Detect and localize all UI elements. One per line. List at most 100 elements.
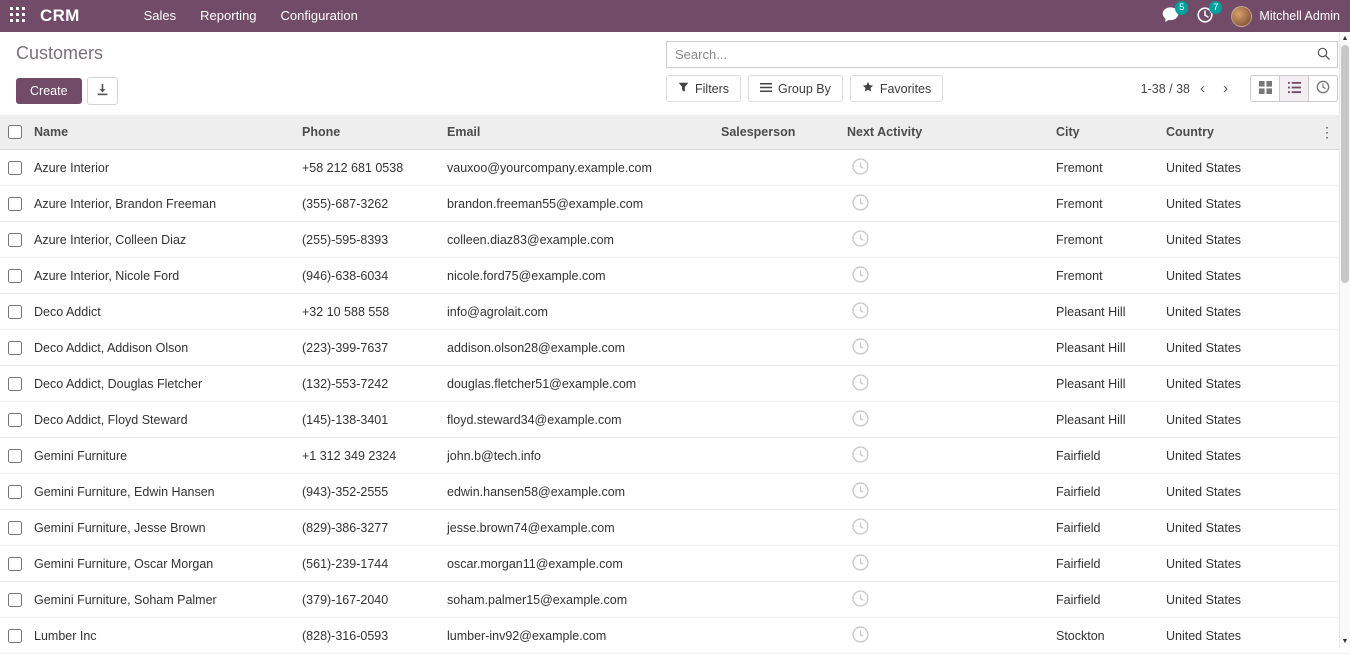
search-button[interactable] — [1317, 47, 1331, 64]
column-header-phone[interactable]: Phone — [298, 125, 443, 139]
row-checkbox[interactable] — [8, 485, 22, 499]
cell-next-activity[interactable] — [843, 482, 1052, 502]
menu-configuration[interactable]: Configuration — [269, 0, 370, 32]
optional-columns-toggle[interactable]: ⋮ — [1322, 125, 1334, 139]
table-row[interactable]: Gemini Furniture, Edwin Hansen (943)-352… — [0, 474, 1350, 510]
table-row[interactable]: Deco Addict, Addison Olson (223)-399-763… — [0, 330, 1350, 366]
activity-view-button[interactable] — [1308, 75, 1338, 102]
scroll-up-arrow[interactable]: ▲ — [1340, 32, 1350, 45]
cell-email: addison.olson28@example.com — [443, 341, 717, 355]
table-row[interactable]: Lumber Inc (828)-316-0593 lumber-inv92@e… — [0, 618, 1350, 654]
table-row[interactable]: Azure Interior +58 212 681 0538 vauxoo@y… — [0, 150, 1350, 186]
pager-previous-button[interactable]: ‹ — [1192, 81, 1213, 96]
cell-next-activity[interactable] — [843, 518, 1052, 538]
cell-next-activity[interactable] — [843, 590, 1052, 610]
table-row[interactable]: Deco Addict, Douglas Fletcher (132)-553-… — [0, 366, 1350, 402]
row-checkbox[interactable] — [8, 449, 22, 463]
cell-name: Gemini Furniture, Soham Palmer — [30, 593, 298, 607]
cell-next-activity[interactable] — [843, 194, 1052, 214]
row-checkbox[interactable] — [8, 629, 22, 643]
row-checkbox[interactable] — [8, 197, 22, 211]
row-checkbox[interactable] — [8, 233, 22, 247]
table-row[interactable]: Deco Addict, Floyd Steward (145)-138-340… — [0, 402, 1350, 438]
vertical-scrollbar[interactable]: ▲ ▼ — [1339, 32, 1350, 648]
table-row[interactable]: Deco Addict +32 10 588 558 info@agrolait… — [0, 294, 1350, 330]
cell-next-activity[interactable] — [843, 410, 1052, 430]
row-checkbox[interactable] — [8, 161, 22, 175]
cell-name: Deco Addict, Addison Olson — [30, 341, 298, 355]
column-header-city[interactable]: City — [1052, 125, 1162, 139]
cell-city: Pleasant Hill — [1052, 413, 1162, 427]
activity-clock-icon — [852, 302, 869, 322]
search-input[interactable] — [666, 41, 1338, 68]
cell-name: Gemini Furniture — [30, 449, 298, 463]
cell-country: United States — [1162, 305, 1322, 319]
cell-city: Fairfield — [1052, 521, 1162, 535]
cell-next-activity[interactable] — [843, 626, 1052, 646]
cell-next-activity[interactable] — [843, 158, 1052, 178]
pager-next-button[interactable]: › — [1215, 81, 1236, 96]
cell-country: United States — [1162, 629, 1322, 643]
table-row[interactable]: Azure Interior, Nicole Ford (946)-638-60… — [0, 258, 1350, 294]
cell-next-activity[interactable] — [843, 554, 1052, 574]
row-checkbox[interactable] — [8, 269, 22, 283]
cell-phone: (223)-399-7637 — [298, 341, 443, 355]
filters-button[interactable]: Filters — [666, 75, 741, 102]
table-row[interactable]: Gemini Furniture +1 312 349 2324 john.b@… — [0, 438, 1350, 474]
cell-phone: (255)-595-8393 — [298, 233, 443, 247]
cell-city: Fairfield — [1052, 485, 1162, 499]
cell-next-activity[interactable] — [843, 266, 1052, 286]
cell-phone: (145)-138-3401 — [298, 413, 443, 427]
cell-name: Azure Interior, Nicole Ford — [30, 269, 298, 283]
list-view-button[interactable] — [1279, 75, 1309, 102]
cell-next-activity[interactable] — [843, 374, 1052, 394]
scroll-down-arrow[interactable]: ▼ — [1340, 635, 1350, 648]
favorites-button[interactable]: Favorites — [850, 75, 943, 102]
cell-next-activity[interactable] — [843, 230, 1052, 250]
app-title[interactable]: CRM — [40, 6, 80, 26]
select-all-checkbox[interactable] — [8, 125, 22, 139]
cell-email: edwin.hansen58@example.com — [443, 485, 717, 499]
cell-country: United States — [1162, 161, 1322, 175]
table-row[interactable]: Azure Interior, Colleen Diaz (255)-595-8… — [0, 222, 1350, 258]
column-header-next-activity[interactable]: Next Activity — [843, 125, 1052, 139]
row-checkbox[interactable] — [8, 557, 22, 571]
activity-clock-icon — [1316, 80, 1330, 97]
column-header-name[interactable]: Name — [30, 125, 298, 139]
row-checkbox[interactable] — [8, 377, 22, 391]
cell-email: jesse.brown74@example.com — [443, 521, 717, 535]
row-checkbox[interactable] — [8, 413, 22, 427]
activity-clock-icon — [852, 338, 869, 358]
cell-email: info@agrolait.com — [443, 305, 717, 319]
menu-sales[interactable]: Sales — [132, 0, 189, 32]
table-row[interactable]: Azure Interior, Brandon Freeman (355)-68… — [0, 186, 1350, 222]
export-button[interactable] — [87, 77, 118, 105]
kanban-view-button[interactable] — [1250, 75, 1280, 102]
table-row[interactable]: Gemini Furniture, Jesse Brown (829)-386-… — [0, 510, 1350, 546]
row-checkbox[interactable] — [8, 521, 22, 535]
cell-next-activity[interactable] — [843, 338, 1052, 358]
activities-badge: 7 — [1209, 1, 1222, 15]
row-checkbox[interactable] — [8, 341, 22, 355]
cell-email: soham.palmer15@example.com — [443, 593, 717, 607]
table-row[interactable]: Gemini Furniture, Soham Palmer (379)-167… — [0, 582, 1350, 618]
menu-reporting[interactable]: Reporting — [188, 0, 268, 32]
table-row[interactable]: Gemini Furniture, Oscar Morgan (561)-239… — [0, 546, 1350, 582]
activities-button[interactable]: 7 — [1197, 7, 1213, 26]
cell-name: Deco Addict, Floyd Steward — [30, 413, 298, 427]
create-button[interactable]: Create — [16, 78, 82, 104]
filters-label: Filters — [695, 82, 729, 96]
group-by-button[interactable]: Group By — [748, 75, 843, 102]
column-header-email[interactable]: Email — [443, 125, 717, 139]
apps-menu-button[interactable] — [0, 0, 34, 32]
column-header-country[interactable]: Country — [1162, 125, 1322, 139]
cell-name: Azure Interior, Brandon Freeman — [30, 197, 298, 211]
cell-next-activity[interactable] — [843, 302, 1052, 322]
cell-next-activity[interactable] — [843, 446, 1052, 466]
row-checkbox[interactable] — [8, 593, 22, 607]
user-menu[interactable]: Mitchell Admin — [1231, 6, 1340, 27]
row-checkbox[interactable] — [8, 305, 22, 319]
column-header-salesperson[interactable]: Salesperson — [717, 125, 843, 139]
messages-button[interactable]: 5 — [1162, 7, 1179, 25]
scrollbar-thumb[interactable] — [1341, 45, 1349, 283]
